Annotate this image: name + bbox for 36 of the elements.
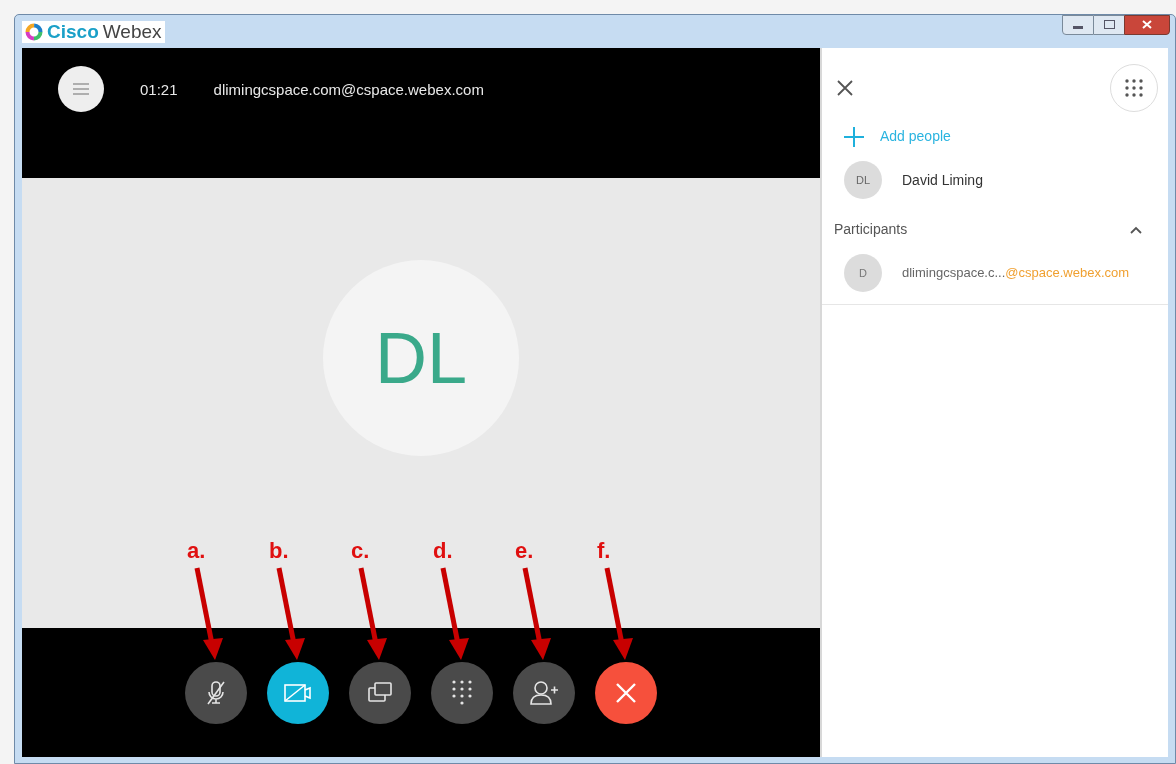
product-name: Webex xyxy=(102,22,162,41)
annotation-label: a. xyxy=(187,536,206,565)
annotation-label: b. xyxy=(269,536,289,565)
video-off-icon xyxy=(283,681,313,704)
avatar: DL xyxy=(323,260,519,456)
close-icon xyxy=(614,680,638,705)
close-icon xyxy=(837,80,853,96)
keypad-icon xyxy=(1124,78,1144,98)
overlapping-windows-icon xyxy=(366,680,394,705)
ring-logo-icon xyxy=(25,22,43,41)
call-address: dlimingcspace.com@cspace.webex.com xyxy=(213,80,484,100)
muted-microphone-icon xyxy=(204,679,228,706)
add-person-icon xyxy=(529,679,559,706)
maximize-icon xyxy=(1103,20,1115,29)
participant-domain: @cspace.webex.com xyxy=(1005,264,1130,283)
annotation-label: f. xyxy=(597,536,611,565)
maximize-button[interactable] xyxy=(1094,14,1124,35)
close-button[interactable] xyxy=(836,79,854,97)
menu-button[interactable] xyxy=(58,66,104,112)
avatar: DL xyxy=(844,161,882,199)
brand-name: Cisco xyxy=(47,22,99,41)
menu-icon xyxy=(73,83,89,95)
minimize-icon xyxy=(1073,25,1083,29)
avatar: D xyxy=(844,254,882,292)
participants-header[interactable]: Participants xyxy=(834,219,1142,240)
minimize-button[interactable] xyxy=(1062,14,1094,35)
participant-name: dlimingcspace.c... xyxy=(902,264,1006,283)
host-name: David Liming xyxy=(902,170,983,190)
plus-icon xyxy=(844,126,864,147)
close-window-button[interactable] xyxy=(1124,14,1170,35)
call-duration: 01:21 xyxy=(140,80,178,100)
close-icon xyxy=(1142,20,1152,29)
keypad-icon xyxy=(451,678,473,707)
annotation-label: c. xyxy=(351,536,370,565)
annotation-label: d. xyxy=(433,536,453,565)
annotation-label: e. xyxy=(515,536,534,565)
